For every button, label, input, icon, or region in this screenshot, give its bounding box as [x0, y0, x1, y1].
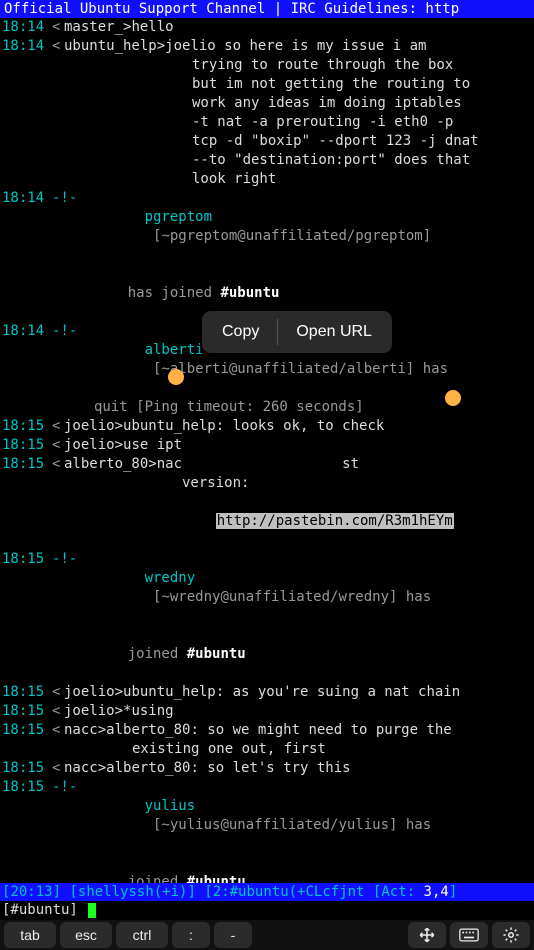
- message-continuation: tcp -d "boxip" --dport 123 -j dnat: [2, 132, 532, 151]
- log-line: 18:15 < joelio> *using: [2, 702, 532, 721]
- arrows-icon: [418, 926, 436, 944]
- message-text: hello: [131, 18, 532, 37]
- channel-name: #ubuntu: [187, 646, 246, 662]
- system-host: [~yulius@unaffiliated/yulius]: [145, 817, 398, 833]
- message-continuation: joined #ubuntu: [2, 854, 532, 883]
- message-text: use ipt: [123, 436, 532, 455]
- key-keyboard[interactable]: [450, 922, 488, 948]
- selection-handle-end[interactable]: [445, 390, 461, 406]
- input-prompt[interactable]: [#ubuntu]: [0, 901, 534, 920]
- selected-text[interactable]: http://pastebin.com/R3m1hEYm: [216, 513, 454, 529]
- message-text: ubuntu_help: as you're suing a nat chain: [123, 683, 532, 702]
- key-esc[interactable]: esc: [60, 922, 112, 948]
- log-line-system: 18:15 -!- wredny [~wredny@unaffiliated/w…: [2, 550, 532, 626]
- channel-name: #ubuntu: [187, 874, 246, 883]
- system-host: [~pgreptom@unaffiliated/pgreptom]: [145, 228, 432, 244]
- key-ctrl[interactable]: ctrl: [116, 922, 168, 948]
- log-line: 18:15 < joelio> use ipt: [2, 436, 532, 455]
- nick: joelio>: [64, 683, 123, 702]
- prompt-channel: [#ubuntu]: [2, 902, 78, 918]
- timestamp: 18:15: [2, 436, 52, 455]
- message-text: ubuntu_help: looks ok, to check: [123, 417, 532, 436]
- channel-topic: Official Ubuntu Support Channel | IRC Gu…: [0, 0, 534, 18]
- gear-icon: [502, 926, 520, 944]
- timestamp: 18:15: [2, 417, 52, 436]
- nick: master_>: [64, 18, 131, 37]
- system-nick: yulius: [145, 798, 196, 814]
- angle-open: <: [52, 18, 64, 37]
- log-line: 18:15 < alberto_80> nac st: [2, 455, 532, 474]
- system-marker: -!-: [52, 189, 94, 208]
- timestamp: 18:14: [2, 322, 52, 341]
- message-continuation: trying to route through the box: [2, 56, 532, 75]
- system-host: [~alberti@unaffiliated/alberti]: [145, 361, 415, 377]
- key-colon[interactable]: :: [172, 922, 210, 948]
- timestamp: 18:14: [2, 189, 52, 208]
- log-line: 18:15 < joelio> ubuntu_help: as you're s…: [2, 683, 532, 702]
- message-continuation: joined #ubuntu: [2, 626, 532, 683]
- key-tab[interactable]: tab: [4, 922, 56, 948]
- nick: joelio>: [64, 702, 123, 721]
- system-nick: wredny: [145, 570, 196, 586]
- message-text: *using: [123, 702, 532, 721]
- log-line: 18:15 < nacc> alberto_80: so let's try t…: [2, 759, 532, 778]
- nick: joelio>: [64, 436, 123, 455]
- system-nick: alberti: [145, 342, 204, 358]
- system-nick: pgreptom: [145, 209, 212, 225]
- message-continuation: look right: [2, 170, 532, 189]
- log-line: 18:15 < nacc> alberto_80: so we might ne…: [2, 721, 532, 740]
- message-text: alberto_80: so we might need to purge th…: [106, 721, 532, 740]
- timestamp: 18:15: [2, 455, 52, 474]
- cursor: [88, 903, 96, 918]
- message-continuation: existing one out, first: [2, 740, 532, 759]
- channel-name: #ubuntu: [220, 285, 279, 301]
- message-continuation: --to "destination:port" does that: [2, 151, 532, 170]
- log-line: 18:15 < joelio> ubuntu_help: looks ok, t…: [2, 417, 532, 436]
- message-text: nac st: [157, 455, 532, 474]
- context-menu: Copy Open URL: [202, 311, 392, 353]
- log-line-system: 18:14 -!- pgreptom [~pgreptom@unaffiliat…: [2, 189, 532, 265]
- message-continuation: version:: [2, 474, 532, 493]
- timestamp: 18:15: [2, 702, 52, 721]
- nick: alberto_80>: [64, 455, 157, 474]
- nick: nacc>: [64, 721, 106, 740]
- nick: joelio>: [64, 417, 123, 436]
- timestamp: 18:15: [2, 683, 52, 702]
- message-continuation: -t nat -a prerouting -i eth0 -p: [2, 113, 532, 132]
- timestamp: 18:15: [2, 550, 52, 569]
- timestamp: 18:14: [2, 37, 52, 56]
- selection-handle-start[interactable]: [168, 369, 184, 385]
- key-settings[interactable]: [492, 922, 530, 948]
- timestamp: 18:14: [2, 18, 52, 37]
- nick: ubuntu_help>: [64, 37, 165, 56]
- status-bar: [20:13] [shellyssh(+i)] [2:#ubuntu(+CLcf…: [0, 883, 534, 901]
- message-continuation: work any ideas im doing iptables: [2, 94, 532, 113]
- keyboard-toolbar: tab esc ctrl : -: [0, 920, 534, 950]
- timestamp: 18:15: [2, 759, 52, 778]
- log-line-system: 18:15 -!- yulius [~yulius@unaffiliated/y…: [2, 778, 532, 854]
- copy-button[interactable]: Copy: [204, 317, 277, 347]
- keyboard-icon: [459, 928, 479, 942]
- system-host: [~wredny@unaffiliated/wredny]: [145, 589, 398, 605]
- irc-log[interactable]: 18:14 < master_> hello 18:14 < ubuntu_he…: [0, 18, 534, 883]
- timestamp: 18:15: [2, 721, 52, 740]
- message-text: joelio so here is my issue i am: [165, 37, 532, 56]
- timestamp: 18:15: [2, 778, 52, 797]
- message-continuation: http://pastebin.com/R3m1hEYm: [2, 493, 532, 550]
- nick: nacc>: [64, 759, 106, 778]
- key-arrows[interactable]: [408, 922, 446, 948]
- open-url-button[interactable]: Open URL: [278, 317, 390, 347]
- message-continuation: but im not getting the routing to: [2, 75, 532, 94]
- message-text: alberto_80: so let's try this: [106, 759, 532, 778]
- key-dash[interactable]: -: [214, 922, 252, 948]
- log-line: 18:14 < master_> hello: [2, 18, 532, 37]
- log-line: 18:14 < ubuntu_help> joelio so here is m…: [2, 37, 532, 56]
